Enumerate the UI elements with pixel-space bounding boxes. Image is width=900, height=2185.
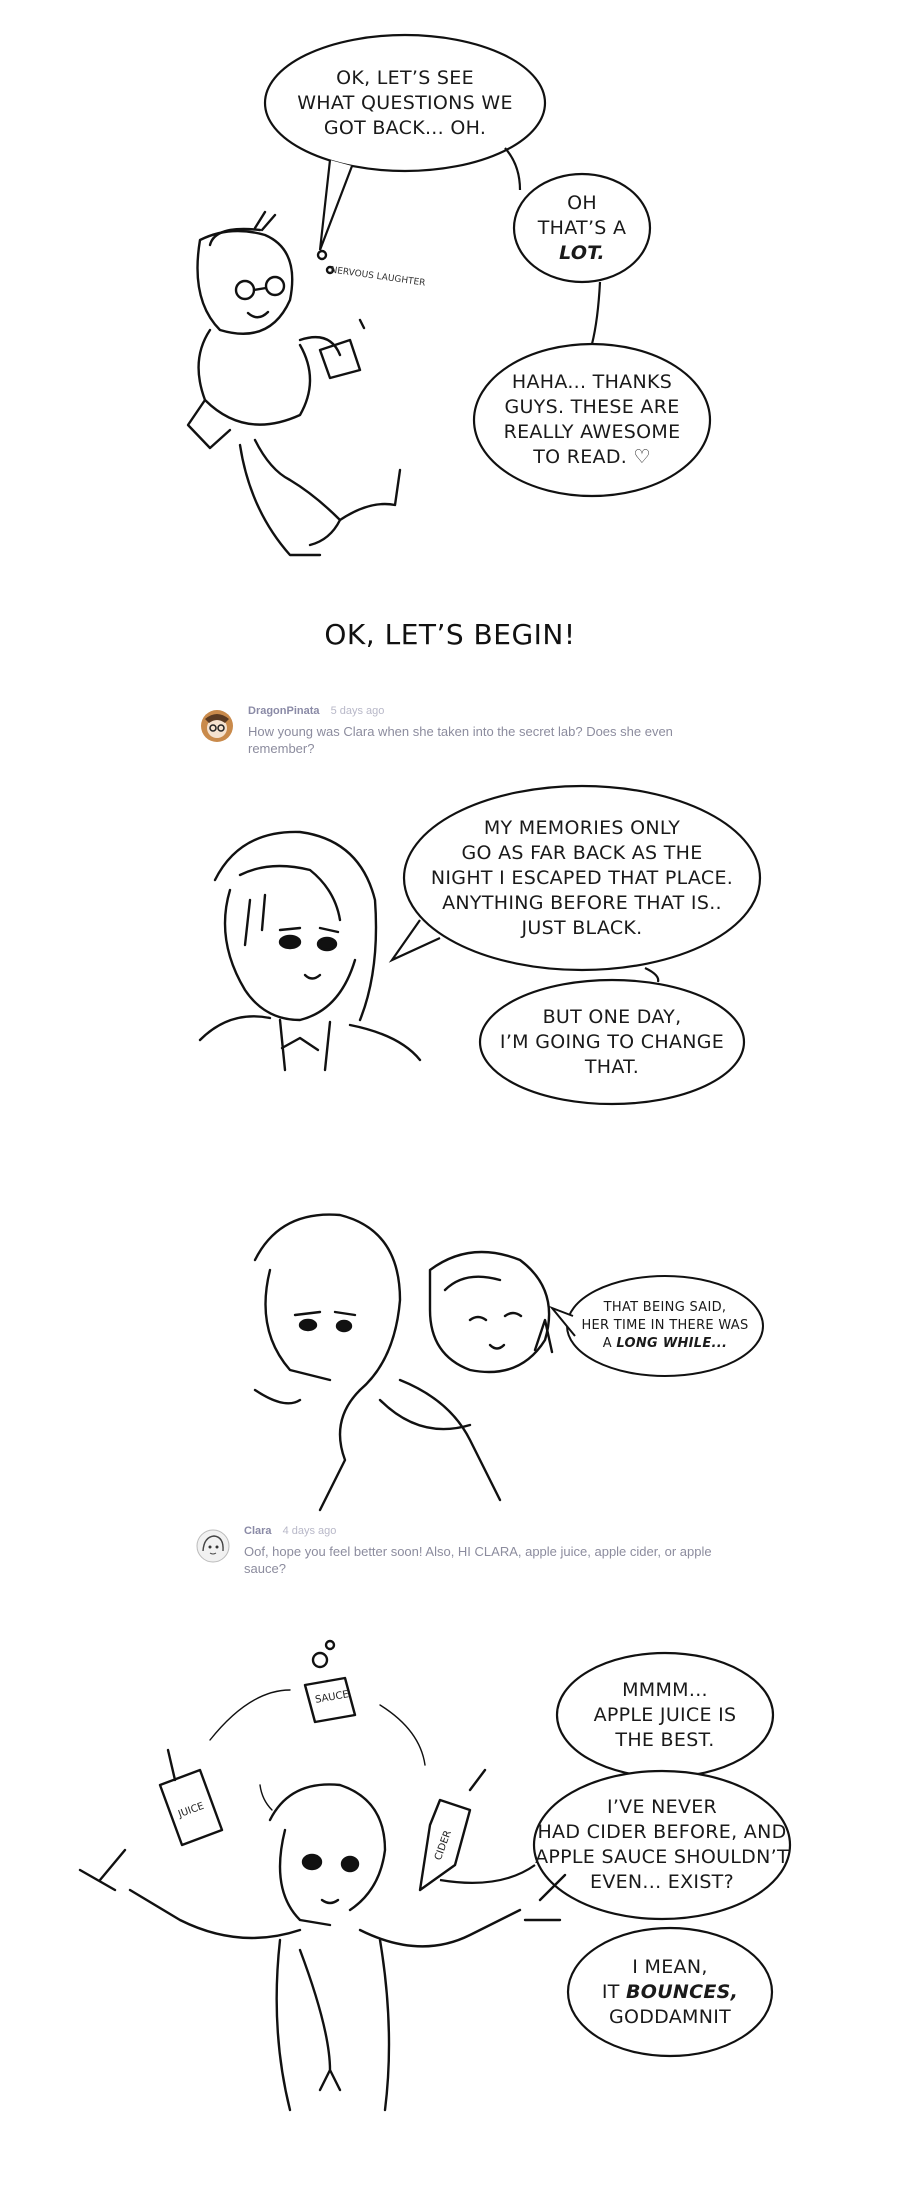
long-while-illustration bbox=[253, 1213, 764, 1512]
bubble-line: HER TIME IN THERE WAS bbox=[581, 1318, 749, 1333]
comment-timestamp: 5 days ago bbox=[330, 705, 385, 717]
bubble-line: HAD CIDER BEFORE, AND bbox=[537, 1821, 787, 1843]
bubble-line: I MEAN, bbox=[632, 1955, 708, 1978]
speech-bubble-apple-juice: MMMM... APPLE JUICE IS THE BEST. bbox=[557, 1653, 773, 1777]
speech-bubble-long-while: THAT BEING SAID, HER TIME IN THERE WAS A… bbox=[567, 1276, 763, 1376]
section-heading: OK, LET’S BEGIN! bbox=[324, 618, 576, 651]
bubble-line: GUYS. THESE ARE bbox=[504, 396, 680, 418]
panel-long-while: THAT BEING SAID, HER TIME IN THERE WAS A… bbox=[0, 1140, 900, 1520]
bubble-line: REALLY AWESOME bbox=[503, 421, 681, 443]
bubble-line: OH bbox=[567, 191, 597, 214]
bubble-line: NIGHT I ESCAPED THAT PLACE. bbox=[430, 866, 734, 889]
bubble-word-emphasis: BOUNCES, bbox=[625, 1980, 739, 2003]
avatar[interactable] bbox=[200, 709, 234, 743]
bubble-line: GODDAMNIT bbox=[608, 2005, 732, 2028]
bubble-line: I’VE NEVER bbox=[606, 1796, 718, 1818]
speech-bubble-questions: OK, LET’S SEE WHAT QUESTIONS WE GOT BACK… bbox=[265, 35, 545, 171]
bubble-word-emphasis: LONG WHILE... bbox=[616, 1336, 728, 1351]
speech-bubble-cider: I’VE NEVER HAD CIDER BEFORE, AND APPLE S… bbox=[534, 1771, 790, 1919]
bubble-line-heart-wrap: TO READ. ♡ bbox=[533, 445, 651, 470]
comment-timestamp: 4 days ago bbox=[282, 1525, 337, 1537]
comment-username[interactable]: DragonPinata bbox=[248, 705, 320, 717]
bubble-line: EVEN... EXIST? bbox=[590, 1871, 734, 1893]
comment-username[interactable]: Clara bbox=[244, 1525, 272, 1537]
comment-meta: Clara 4 days ago bbox=[244, 1525, 336, 1537]
bubble-line-emphasis: LOT. bbox=[559, 241, 605, 264]
heart-icon: ♡ bbox=[633, 446, 651, 468]
bubble-line: THAT BEING SAID, bbox=[603, 1300, 727, 1315]
speech-bubble-memories: MY MEMORIES ONLY GO AS FAR BACK AS THE N… bbox=[404, 786, 760, 970]
bubble-word: IT bbox=[601, 1980, 620, 2003]
comment-clara: Clara 4 days ago Oof, hope you feel bett… bbox=[196, 1525, 756, 1585]
bubble-line: GOT BACK... OH. bbox=[323, 116, 487, 139]
bubble-word: A bbox=[602, 1336, 612, 1351]
comment-dragonpinata: DragonPinata 5 days ago How young was Cl… bbox=[200, 705, 760, 765]
speech-bubble-bounces: I MEAN, IT BOUNCES, GODDAMNIT bbox=[568, 1928, 772, 2056]
bubble-line: MY MEMORIES ONLY bbox=[483, 816, 681, 839]
comment-text: How young was Clara when she taken into … bbox=[248, 724, 673, 756]
bubble-line: HAHA... THANKS bbox=[511, 371, 673, 393]
bubble-line: I’M GOING TO CHANGE bbox=[499, 1030, 725, 1053]
bubble-line: OK, LET’S SEE bbox=[336, 66, 474, 89]
speech-bubble-change: BUT ONE DAY, I’M GOING TO CHANGE THAT. bbox=[480, 980, 744, 1104]
bubble-line: MMMM... bbox=[622, 1678, 708, 1701]
speech-bubble-thanks: HAHA... THANKS GUYS. THESE ARE REALLY AW… bbox=[474, 344, 710, 496]
panel-apples: SAUCE JUICE CIDER MMMM... APPLE JUICE IS… bbox=[0, 1590, 900, 2185]
bubble-line: JUST BLACK. bbox=[521, 916, 643, 939]
comment-text: Oof, hope you feel better soon! Also, HI… bbox=[244, 1544, 712, 1576]
bubble-line: APPLE SAUCE SHOULDN’T bbox=[535, 1846, 789, 1868]
bubble-line: ANYTHING BEFORE THAT IS.. bbox=[442, 891, 722, 914]
bubble-line: THAT’S A bbox=[537, 216, 627, 239]
bubble-line: APPLE JUICE IS bbox=[593, 1703, 737, 1726]
bubble-line: THAT. bbox=[584, 1055, 640, 1078]
bubble-line: GO AS FAR BACK AS THE bbox=[461, 841, 703, 864]
panel-intro: NERVOUS LAUGHTER OK, LET’S SEE WHAT QUES… bbox=[0, 0, 900, 590]
bubble-line: WHAT QUESTIONS WE bbox=[297, 91, 513, 114]
speech-bubble-a-lot: OH THAT’S A LOT. bbox=[514, 174, 650, 282]
bubble-line-emphasis-wrap: A LONG WHILE... bbox=[603, 1335, 728, 1353]
bubble-line-emphasis-wrap: IT BOUNCES, bbox=[602, 1980, 738, 2005]
comment-meta: DragonPinata 5 days ago bbox=[248, 705, 384, 717]
panel-memories: MY MEMORIES ONLY GO AS FAR BACK AS THE N… bbox=[0, 770, 900, 1140]
bubble-line: TO READ. bbox=[533, 446, 628, 468]
avatar[interactable] bbox=[196, 1529, 230, 1563]
bubble-line: THE BEST. bbox=[615, 1728, 715, 1751]
bubble-line: BUT ONE DAY, bbox=[542, 1005, 682, 1028]
